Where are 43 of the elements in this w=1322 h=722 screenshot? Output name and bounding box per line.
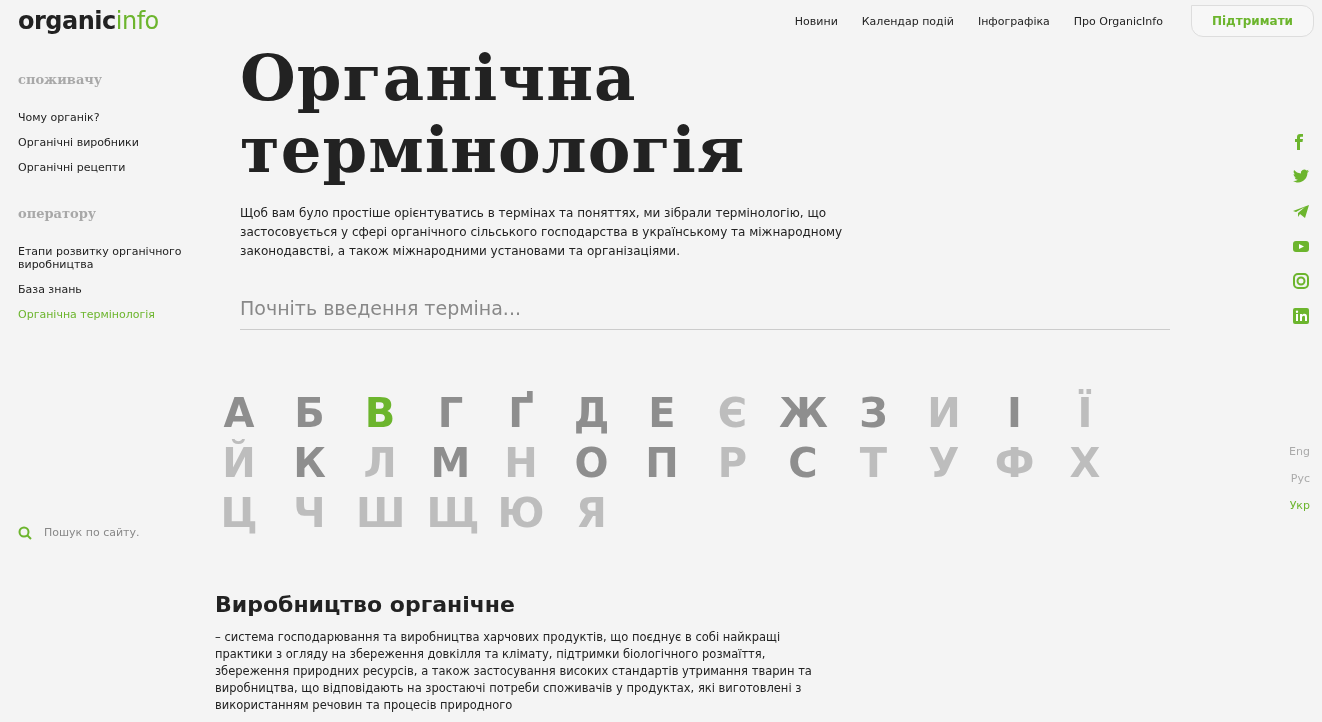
sidebar-link[interactable]: Чому органік? (18, 111, 203, 124)
page-title: Органічна термінологія (240, 42, 747, 186)
sidebar-link[interactable]: База знань (18, 283, 203, 296)
alphabet-letter[interactable]: Д (567, 390, 616, 436)
alphabet-letter[interactable]: З (849, 390, 898, 436)
term-search-field[interactable]: Почніть введення терміна... (240, 291, 1170, 330)
linkedin-icon[interactable] (1292, 307, 1310, 325)
alphabet-letter[interactable]: П (638, 440, 686, 486)
nav-link[interactable]: Про OrganicInfo (1073, 14, 1163, 28)
nav-link[interactable]: Календар подій (861, 14, 954, 28)
support-button[interactable]: Підтримати (1190, 5, 1314, 37)
alphabet-letter[interactable]: А (215, 390, 263, 436)
language-link[interactable]: Eng (1289, 445, 1310, 458)
alphabet-letter[interactable]: С (779, 440, 827, 486)
alphabet-letter[interactable]: Ґ (497, 390, 545, 436)
term-definition: – система господарювання та виробництва харчових продуктів, що поєднує в собі найкращі практики з огляду на збереження довкілля та клімату, підтримки біологічного розмаїття, збереження природних ресурсів, а також застосування високих стандартів утримання тварин та виробництва, що відповідають на зростаючі потреби споживачів у продуктах, які виготовлені з використанням речовин та процесів природного (215, 629, 813, 714)
alphabet-letter[interactable]: Г (426, 390, 475, 436)
bird-icon[interactable] (1292, 167, 1310, 185)
site-search-field[interactable]: Пошук по сайту. (42, 525, 186, 540)
sidebar-heading: споживачу (18, 72, 104, 87)
intro-text: Щоб вам було простіше орієнтуватись в термінах та поняттях, ми зібрали термінологію, що застосовується у сфері органічного сільського господарства в українському та міжнародному законодавстві, а також міжнародними установами та організаціями. (240, 205, 844, 260)
alphabet-letter[interactable]: І (990, 390, 1039, 436)
language-link[interactable]: Укр (1289, 499, 1310, 512)
alphabet-letter[interactable]: Ж (779, 390, 827, 436)
alphabet-letter[interactable]: К (285, 440, 334, 486)
term-heading: Виробництво органічне (215, 592, 516, 617)
alphabet-letter[interactable]: М (426, 440, 475, 486)
alphabet-letter[interactable]: Б (285, 390, 334, 436)
sidebar-link[interactable]: Органічна термінологія (18, 308, 203, 321)
sidebar-link[interactable]: Етапи розвитку органічного виробництва (18, 245, 203, 271)
alphabet-letter[interactable]: В (356, 390, 404, 436)
sidebar-link[interactable]: Органічні рецепти (18, 161, 203, 174)
search-icon[interactable] (18, 525, 32, 540)
sidebar-link[interactable]: Органічні виробники (18, 136, 203, 149)
alphabet-letter[interactable]: Е (638, 390, 686, 436)
paper-plane-icon[interactable] (1292, 202, 1310, 220)
camera-icon[interactable] (1292, 272, 1310, 290)
nav-link[interactable]: Інфографіка (977, 14, 1050, 28)
site-logo[interactable]: organicinfo (18, 7, 159, 35)
nav-link[interactable]: Новини (794, 14, 838, 28)
sidebar-heading: оператору (18, 206, 98, 221)
language-link[interactable]: Рус (1290, 472, 1310, 485)
alphabet-letter[interactable]: О (567, 440, 616, 486)
